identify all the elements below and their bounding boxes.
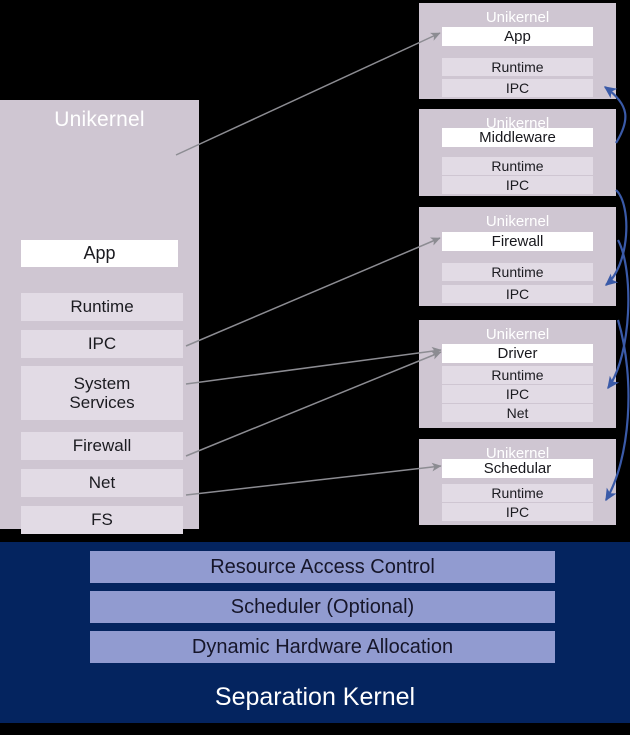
- unikernel-card-schedular: Unikernel Schedular Runtime IPC: [419, 439, 616, 525]
- unikernel-card-schedular-layer-ipc: IPC: [442, 503, 593, 521]
- unikernel-card-app-name: App: [442, 27, 593, 46]
- arrow-app-to-unikernel-app: [175, 32, 441, 156]
- unikernel-card-firewall-layer-runtime: Runtime: [442, 263, 593, 281]
- monolithic-app-box: App: [21, 240, 178, 267]
- separation-kernel-service-dynamic-hardware-allocation: Dynamic Hardware Allocation: [90, 631, 555, 663]
- diagram-canvas: Unikernel App Runtime IPC System Service…: [0, 0, 630, 735]
- unikernel-card-firewall: Unikernel Firewall Runtime IPC: [419, 207, 616, 306]
- monolithic-layer-fs: FS: [21, 506, 183, 534]
- unikernel-card-driver-title: Unikernel: [485, 326, 550, 343]
- unikernel-card-app-layer-ipc: IPC: [442, 79, 593, 97]
- unikernel-card-driver-layer-ipc: IPC: [442, 385, 593, 403]
- arrow-net-to-unikernel-driver: [185, 346, 442, 385]
- monolithic-layer-net: Net: [21, 469, 183, 497]
- unikernel-card-driver-name: Driver: [442, 344, 593, 363]
- unikernel-card-firewall-name: Firewall: [442, 232, 593, 251]
- unikernel-card-app: Unikernel App Runtime IPC: [419, 3, 616, 99]
- monolithic-layer-runtime: Runtime: [21, 293, 183, 321]
- separation-kernel-title: Separation Kernel: [214, 683, 416, 711]
- unikernel-card-schedular-name: Schedular: [442, 459, 593, 478]
- monolithic-layer-firewall: Firewall: [21, 432, 183, 460]
- unikernel-card-firewall-layer-ipc: IPC: [442, 285, 593, 303]
- separation-kernel-panel: Resource Access Control Scheduler (Optio…: [0, 542, 630, 723]
- arrow-firewall-to-unikernel-firewall: [185, 237, 441, 347]
- unikernel-card-middleware-name: Middleware: [442, 128, 593, 147]
- arrow-scheduler-to-unikernel-schedular: [185, 462, 442, 496]
- unikernel-card-app-layer-runtime: Runtime: [442, 58, 593, 76]
- unikernel-card-firewall-title: Unikernel: [485, 213, 550, 230]
- unikernel-card-middleware-layer-ipc: IPC: [442, 176, 593, 194]
- separation-kernel-service-scheduler-optional: Scheduler (Optional): [90, 591, 555, 623]
- monolithic-layer-system-services: System Services: [21, 366, 183, 420]
- unikernel-card-middleware-layer-runtime: Runtime: [442, 157, 593, 175]
- unikernel-card-middleware: Unikernel Middleware Runtime IPC: [419, 109, 616, 196]
- monolithic-layer-ipc: IPC: [21, 330, 183, 358]
- monolithic-unikernel-panel: Unikernel App Runtime IPC System Service…: [0, 100, 199, 608]
- unikernel-card-schedular-layer-runtime: Runtime: [442, 484, 593, 502]
- unikernel-card-driver-layer-net: Net: [442, 404, 593, 422]
- arrow-drivers-to-unikernel-driver: [185, 351, 442, 457]
- monolithic-unikernel-title: Unikernel: [54, 108, 145, 131]
- separation-kernel-service-resource-access-control: Resource Access Control: [90, 551, 555, 583]
- unikernel-card-driver: Unikernel Driver Runtime IPC Net: [419, 320, 616, 428]
- unikernel-card-driver-layer-runtime: Runtime: [442, 366, 593, 384]
- unikernel-card-app-title: Unikernel: [485, 9, 550, 26]
